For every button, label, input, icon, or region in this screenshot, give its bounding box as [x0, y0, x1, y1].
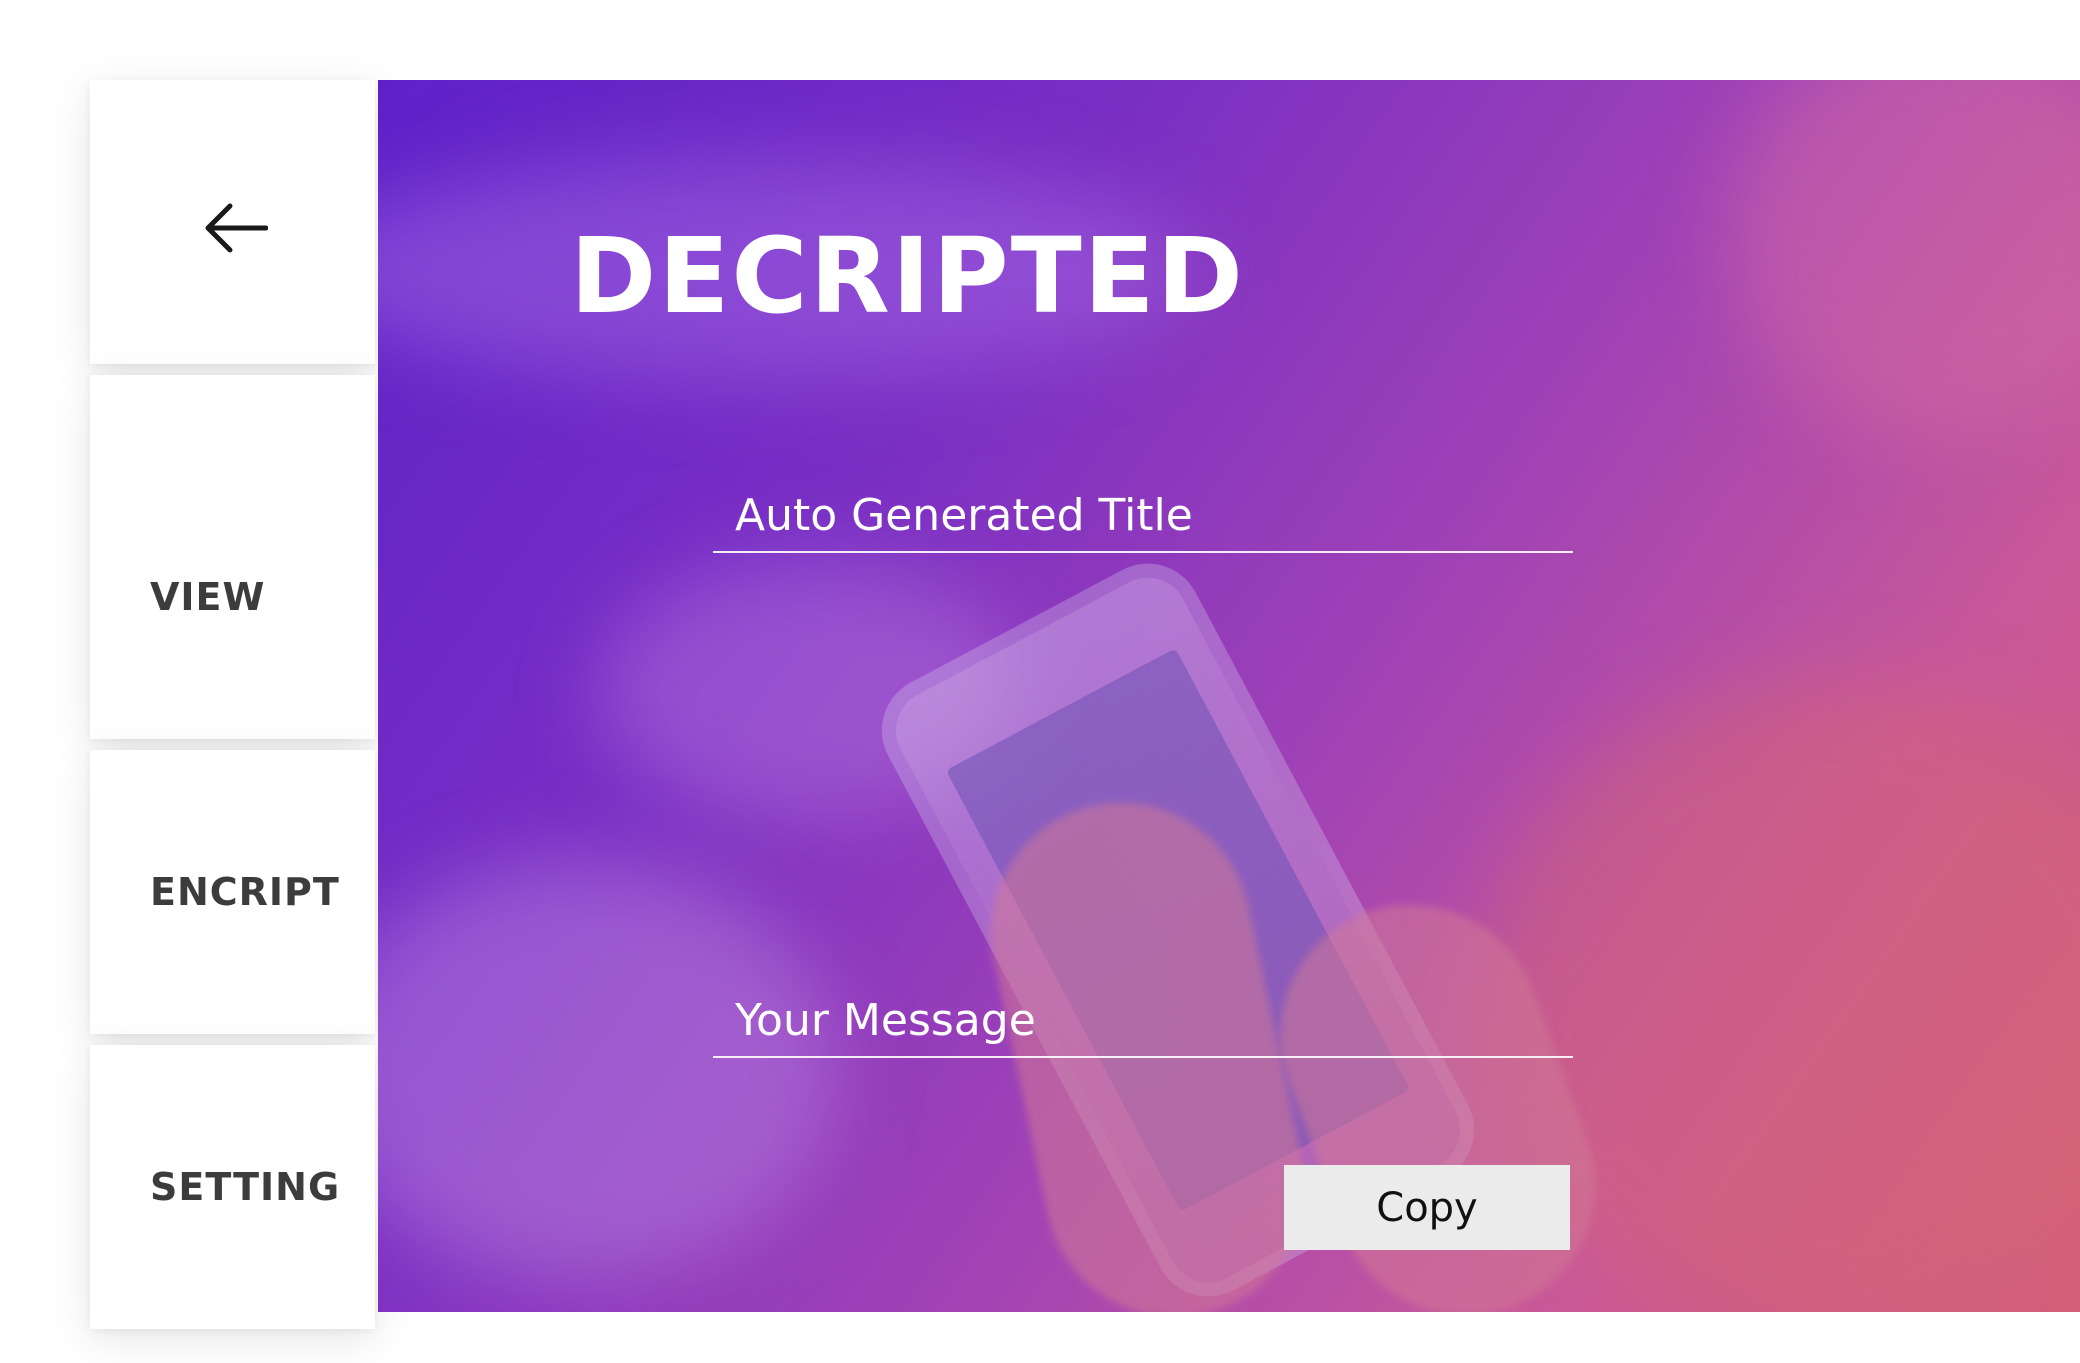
page-title: DECRIPTED	[570, 215, 1246, 337]
arrow-left-icon[interactable]	[204, 202, 268, 254]
main-panel: DECRIPTED Copy	[378, 80, 2080, 1312]
sidebar: VIEW ENCRIPT SETTING	[90, 80, 375, 1329]
sidebar-item-label: ENCRIPT	[150, 870, 340, 914]
sidebar-item-label: VIEW	[150, 575, 266, 619]
sidebar-item-setting[interactable]: SETTING	[90, 1045, 375, 1329]
title-input[interactable]	[713, 490, 1573, 551]
background-photo	[1728, 80, 2080, 440]
title-field	[713, 490, 1573, 553]
message-input[interactable]	[713, 995, 1573, 1056]
message-field	[713, 995, 1573, 1058]
sidebar-item-encript[interactable]: ENCRIPT	[90, 750, 375, 1034]
sidebar-item-view[interactable]: VIEW	[90, 375, 375, 739]
app-screen: VIEW ENCRIPT SETTING DECRIPTED Copy	[0, 0, 2080, 1363]
copy-button[interactable]: Copy	[1284, 1165, 1570, 1250]
sidebar-item-label: SETTING	[150, 1165, 341, 1209]
back-button[interactable]	[90, 80, 375, 364]
background-photo	[378, 860, 838, 1280]
